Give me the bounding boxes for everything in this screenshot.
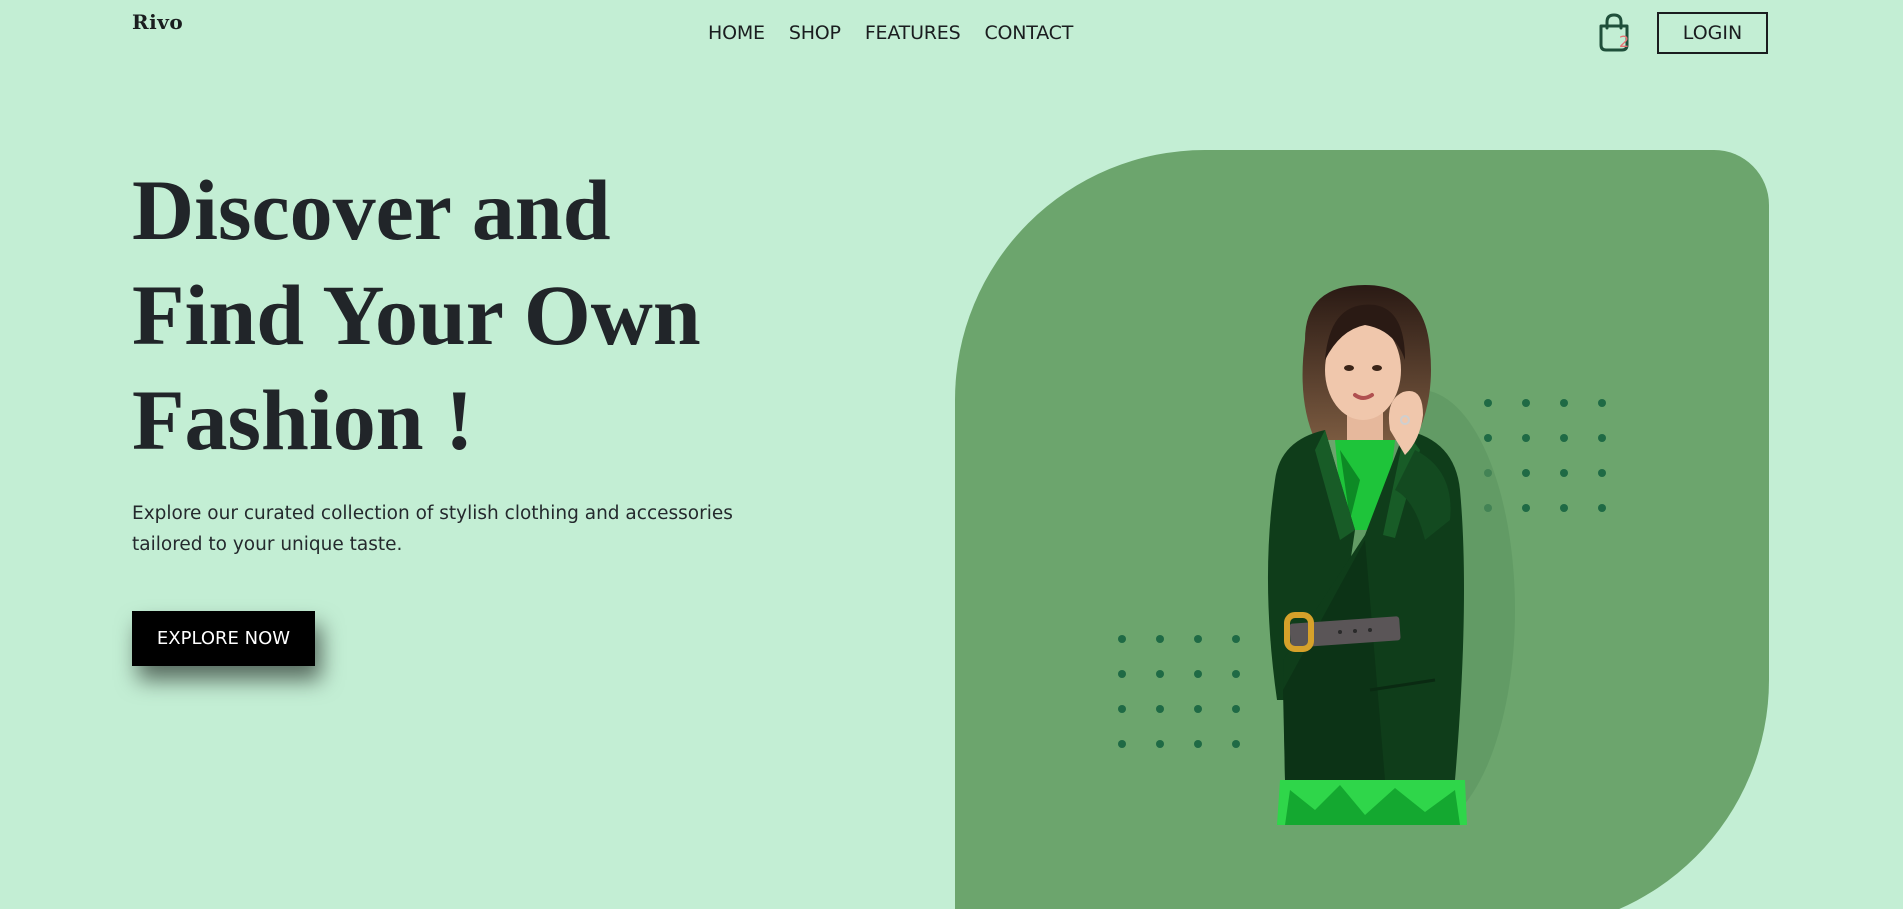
hero-title-line: Discover and	[132, 162, 611, 258]
decorative-dot	[1232, 705, 1240, 713]
decorative-dot	[1560, 504, 1568, 512]
decorative-dot	[1232, 635, 1240, 643]
decorative-dot	[1194, 705, 1202, 713]
nav-item-features[interactable]: FEATURES	[865, 22, 961, 44]
nav-item-shop[interactable]: SHOP	[789, 22, 841, 44]
decorative-dot	[1194, 635, 1202, 643]
decorative-dot	[1522, 434, 1530, 442]
nav-item-contact[interactable]: CONTACT	[984, 22, 1073, 44]
decorative-dot	[1598, 469, 1606, 477]
decorative-dot	[1156, 635, 1164, 643]
hero-title: Discover and Find Your Own Fashion !	[132, 158, 832, 473]
decorative-dot	[1118, 705, 1126, 713]
decorative-dot	[1156, 740, 1164, 748]
decorative-dot	[1194, 670, 1202, 678]
decorative-dot	[1598, 504, 1606, 512]
decorative-dot	[1232, 670, 1240, 678]
decorative-dot	[1598, 434, 1606, 442]
cart-count-badge: 2	[1619, 32, 1630, 51]
decorative-dot	[1560, 469, 1568, 477]
login-button[interactable]: LOGIN	[1657, 12, 1768, 54]
decorative-dot	[1522, 469, 1530, 477]
hero-description: Explore our curated collection of stylis…	[132, 503, 733, 555]
decorative-dot	[1522, 399, 1530, 407]
landing-page: Rivo HOME SHOP FEATURES CONTACT 2 LOGIN …	[0, 0, 1903, 909]
main-nav: HOME SHOP FEATURES CONTACT	[708, 22, 1097, 44]
decorative-dot	[1118, 635, 1126, 643]
hero-title-line: Fashion !	[132, 372, 474, 468]
decorative-dot-grid	[1118, 635, 1240, 748]
fashion-model-image	[1267, 285, 1515, 825]
brand-logo[interactable]: Rivo	[132, 10, 183, 34]
decorative-dot	[1118, 740, 1126, 748]
cart-button[interactable]: 2	[1593, 12, 1635, 54]
nav-item-home[interactable]: HOME	[708, 22, 765, 44]
decorative-dot	[1156, 705, 1164, 713]
decorative-dot	[1156, 670, 1164, 678]
decorative-dot	[1232, 740, 1240, 748]
decorative-dot	[1118, 670, 1126, 678]
decorative-dot	[1560, 399, 1568, 407]
explore-now-button[interactable]: EXPLORE NOW	[132, 611, 315, 666]
decorative-dot	[1598, 399, 1606, 407]
decorative-dot	[1194, 740, 1202, 748]
hero-title-line: Find Your Own	[132, 267, 701, 363]
decorative-dot	[1560, 434, 1568, 442]
decorative-dot	[1522, 504, 1530, 512]
